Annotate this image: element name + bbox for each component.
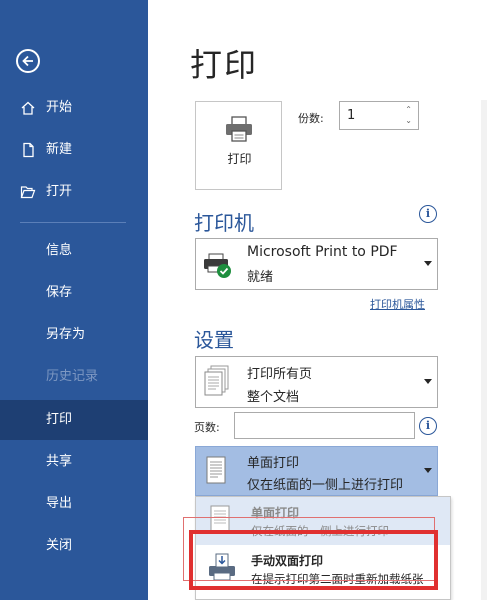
info-icon[interactable]: i xyxy=(419,417,437,435)
nav-export[interactable]: 导出 xyxy=(0,484,148,524)
panel-scrollbar[interactable] xyxy=(481,100,487,600)
single-sided-page-icon xyxy=(210,505,230,533)
pages-label: 页数: xyxy=(194,421,220,434)
pages-input[interactable] xyxy=(234,412,415,439)
nav-save-as-label: 另存为 xyxy=(46,327,86,342)
nav-info-label: 信息 xyxy=(46,243,73,258)
print-panel: 打印 打印 份数: 1 ⌃ ⌄ 打印机 i Microsoft Print to… xyxy=(148,0,487,600)
printer-dropdown[interactable]: Microsoft Print to PDF 就绪 xyxy=(195,238,438,290)
printer-icon xyxy=(226,116,252,142)
copies-label: 份数: xyxy=(298,112,324,125)
nav-open-label: 打开 xyxy=(46,184,73,199)
back-arrow-icon xyxy=(22,55,33,67)
page-title: 打印 xyxy=(190,46,259,84)
new-document-icon xyxy=(23,142,34,158)
sided-description: 仅在纸面的一侧上进行打印 xyxy=(247,478,404,493)
dropdown-caret-icon xyxy=(424,379,432,384)
print-range-dropdown[interactable]: 打印所有页 整个文档 xyxy=(195,356,438,408)
nav-divider xyxy=(20,222,126,223)
print-range-description: 整个文档 xyxy=(247,390,300,405)
menu-item-single-sided-title: 单面打印 xyxy=(251,506,300,520)
nav-open[interactable]: 打开 xyxy=(0,172,148,212)
nav-new-label: 新建 xyxy=(46,142,73,157)
menu-item-single-sided-desc: 仅在纸面的一侧上进行打印 xyxy=(251,524,389,538)
copies-spinner[interactable]: 1 ⌃ ⌄ xyxy=(339,101,419,130)
home-icon xyxy=(21,101,35,115)
copies-spin-buttons[interactable]: ⌃ ⌄ xyxy=(405,104,412,126)
chevron-up-icon[interactable]: ⌃ xyxy=(405,104,412,115)
nav-new[interactable]: 新建 xyxy=(0,130,148,170)
dropdown-caret-icon xyxy=(424,468,432,473)
printer-name: Microsoft Print to PDF xyxy=(247,244,398,260)
nav-close-label: 关闭 xyxy=(46,538,73,553)
print-range-value: 打印所有页 xyxy=(247,367,313,382)
nav-history-label: 历史记录 xyxy=(46,369,99,384)
nav-home-label: 开始 xyxy=(46,100,73,115)
single-sided-page-icon xyxy=(206,456,226,484)
nav-history: 历史记录 xyxy=(0,357,148,397)
dropdown-caret-icon xyxy=(424,261,432,266)
folder-open-icon xyxy=(20,186,36,199)
nav-print-label: 打印 xyxy=(46,412,73,427)
sided-printing-menu: 单面打印 仅在纸面的一侧上进行打印 手动双面打印 在提示打印第二面时重新加载纸张 xyxy=(195,496,451,600)
printer-ready-icon xyxy=(204,253,231,278)
sided-value: 单面打印 xyxy=(247,456,300,471)
print-button[interactable]: 打印 xyxy=(195,101,282,190)
menu-item-manual-duplex[interactable]: 手动双面打印 在提示打印第二面时重新加载纸张 xyxy=(196,545,450,593)
all-pages-icon xyxy=(204,365,229,396)
printer-heading: 打印机 xyxy=(194,211,254,235)
menu-item-manual-duplex-desc: 在提示打印第二面时重新加载纸张 xyxy=(251,572,424,586)
nav-home[interactable]: 开始 xyxy=(0,88,148,128)
settings-heading: 设置 xyxy=(194,328,234,352)
back-button[interactable] xyxy=(16,49,40,73)
menu-item-manual-duplex-title: 手动双面打印 xyxy=(251,554,324,568)
nav-share[interactable]: 共享 xyxy=(0,442,148,482)
nav-save-as[interactable]: 另存为 xyxy=(0,315,148,355)
sided-printing-dropdown[interactable]: 单面打印 仅在纸面的一侧上进行打印 xyxy=(195,446,438,496)
nav-share-label: 共享 xyxy=(46,454,73,469)
nav-info[interactable]: 信息 xyxy=(0,231,148,271)
printer-status: 就绪 xyxy=(247,270,274,285)
copies-value: 1 xyxy=(347,108,356,123)
nav-save[interactable]: 保存 xyxy=(0,273,148,313)
manual-duplex-icon xyxy=(209,553,235,581)
info-icon[interactable]: i xyxy=(419,205,437,223)
nav-export-label: 导出 xyxy=(46,496,73,511)
backstage-sidebar: 开始 新建 打开 信息 保存 另存为 历史记录 打印 共享 导出 关闭 xyxy=(0,0,148,600)
nav-close[interactable]: 关闭 xyxy=(0,526,148,566)
chevron-down-icon[interactable]: ⌄ xyxy=(405,115,412,126)
menu-item-single-sided[interactable]: 单面打印 仅在纸面的一侧上进行打印 xyxy=(196,497,450,545)
nav-print[interactable]: 打印 xyxy=(0,400,148,440)
printer-properties-link[interactable]: 打印机属性 xyxy=(370,296,425,312)
print-button-label: 打印 xyxy=(227,152,252,166)
nav-save-label: 保存 xyxy=(46,285,73,300)
